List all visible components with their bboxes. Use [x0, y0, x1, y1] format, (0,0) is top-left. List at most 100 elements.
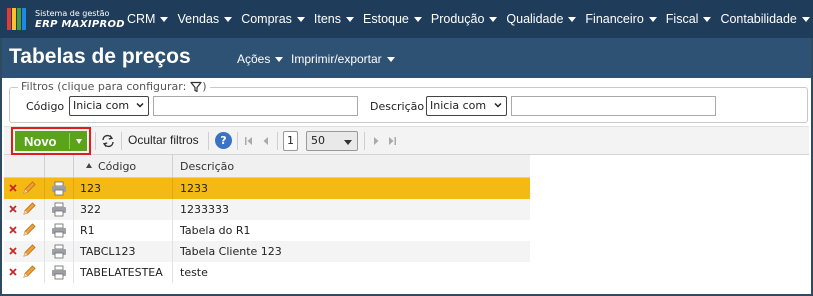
column-divider [172, 155, 173, 178]
caret-down-icon [160, 16, 169, 22]
grid-body: 123 1233 322 1233333 R1 Tabela do R1 TABCL123 T… [4, 178, 530, 283]
delete-x-icon[interactable] [9, 184, 17, 192]
column-divider [44, 241, 45, 262]
menu-item-vendas[interactable]: Vendas [177, 12, 233, 26]
column-divider [73, 155, 74, 178]
menu-item-financeiro[interactable]: Financeiro [585, 12, 657, 26]
caret-down-icon [801, 16, 810, 22]
chevron-down-icon [494, 102, 502, 108]
column-divider [44, 199, 45, 220]
menu-item-compras[interactable]: Compras [241, 12, 305, 26]
chevron-down-icon [344, 140, 352, 145]
caret-down-icon [489, 16, 498, 22]
printer-icon[interactable] [51, 265, 67, 280]
delete-x-icon[interactable] [9, 205, 17, 213]
toolbar-divider [364, 132, 365, 150]
column-divider [172, 262, 173, 283]
delete-x-icon[interactable] [9, 268, 17, 276]
new-button-label: Novo [24, 133, 57, 149]
pencil-icon[interactable] [21, 243, 37, 259]
caret-down-icon [568, 16, 577, 22]
caret-down-icon [296, 16, 305, 22]
print-export-menu[interactable]: Imprimir/exportar [291, 52, 395, 66]
toolbar-divider [121, 132, 122, 150]
column-divider [73, 178, 74, 199]
cell-codigo: R1 [80, 224, 95, 237]
column-divider [44, 178, 45, 199]
cell-descricao: Tabela do R1 [180, 224, 251, 237]
help-icon[interactable]: ? [215, 132, 232, 149]
column-header-codigo[interactable]: Código [98, 160, 136, 173]
hide-filters-button[interactable]: Ocultar filtros [128, 133, 199, 147]
codigo-filter-input[interactable] [153, 96, 358, 116]
codigo-filter-label: Código [26, 100, 65, 113]
menu-item-contabilidade[interactable]: Contabilidade [720, 12, 810, 26]
toolbar-divider [95, 132, 96, 150]
column-divider [172, 220, 173, 241]
toolbar-divider [277, 132, 278, 150]
column-divider [73, 220, 74, 241]
brand[interactable]: Sistema de gestão ERP MAXIPROD [6, 6, 125, 32]
table-row[interactable]: 123 1233 [4, 178, 530, 199]
delete-x-icon[interactable] [9, 247, 17, 255]
pencil-icon[interactable] [21, 264, 37, 280]
printer-icon[interactable] [51, 223, 67, 238]
sort-ascending-icon [86, 163, 92, 168]
menu-item-crm[interactable]: CRM [127, 12, 169, 26]
new-button-divider [69, 133, 70, 149]
pencil-icon[interactable] [21, 201, 37, 217]
main-menu: CRM Vendas Compras Itens Estoque Produçã… [127, 0, 813, 38]
column-divider [44, 155, 45, 178]
pencil-icon[interactable] [21, 222, 37, 238]
refresh-icon[interactable] [101, 134, 115, 148]
cell-descricao: Tabela Cliente 123 [180, 245, 282, 258]
printer-icon[interactable] [51, 244, 67, 259]
filters-legend[interactable]: Filtros (clique para configurar: ) [18, 80, 210, 93]
page-number-input[interactable]: 1 [283, 131, 298, 151]
codigo-mode-select[interactable]: Inicia com [69, 96, 149, 116]
caret-down-icon [413, 16, 422, 22]
menu-item-fiscal[interactable]: Fiscal [666, 12, 712, 26]
grid-header: Código Descrição [4, 155, 530, 178]
printer-icon[interactable] [51, 202, 67, 217]
brand-line2: ERP MAXIPROD [35, 19, 125, 30]
column-divider [172, 178, 173, 199]
new-dropdown-caret-icon[interactable] [76, 138, 82, 144]
previous-page-icon[interactable] [261, 136, 271, 146]
price-tables-grid: Código Descrição 123 1233 322 1233333 R1 Tabe… [4, 155, 530, 283]
menu-item-estoque[interactable]: Estoque [363, 12, 422, 26]
column-divider [73, 199, 74, 220]
new-button-highlight: Novo [11, 127, 91, 155]
next-page-icon[interactable] [371, 136, 381, 146]
column-header-descricao[interactable]: Descrição [180, 160, 234, 173]
column-divider [44, 262, 45, 283]
actions-menu[interactable]: Ações [237, 52, 284, 66]
cell-codigo: TABELATESTEA [80, 266, 163, 279]
page-title: Tabelas de preços [9, 45, 191, 68]
printer-icon[interactable] [51, 181, 67, 196]
caret-down-icon [346, 16, 355, 22]
new-button[interactable]: Novo [15, 131, 87, 151]
table-row[interactable]: TABCL123 Tabela Cliente 123 [4, 241, 530, 262]
table-row[interactable]: R1 Tabela do R1 [4, 220, 530, 241]
table-row[interactable]: TABELATESTEA teste [4, 262, 530, 283]
table-row[interactable]: 322 1233333 [4, 199, 530, 220]
menu-item-itens[interactable]: Itens [314, 12, 355, 26]
first-page-icon[interactable] [244, 136, 254, 146]
menu-item-qualidade[interactable]: Qualidade [506, 12, 577, 26]
cell-codigo: 322 [80, 203, 101, 216]
last-page-icon[interactable] [387, 136, 397, 146]
column-divider [73, 241, 74, 262]
column-divider [73, 262, 74, 283]
pencil-icon[interactable] [21, 180, 37, 196]
funnel-icon[interactable] [190, 81, 202, 93]
toolbar-divider [208, 132, 209, 150]
page-size-select[interactable]: 50 [306, 131, 358, 151]
delete-x-icon[interactable] [9, 226, 17, 234]
cell-descricao: 1233333 [180, 203, 229, 216]
descricao-mode-select[interactable]: Inicia com [426, 96, 507, 116]
toolbar-divider [237, 132, 238, 150]
descricao-filter-input[interactable] [511, 96, 716, 116]
brand-line1: Sistema de gestão [35, 9, 110, 18]
menu-item-producao[interactable]: Produção [431, 12, 498, 26]
